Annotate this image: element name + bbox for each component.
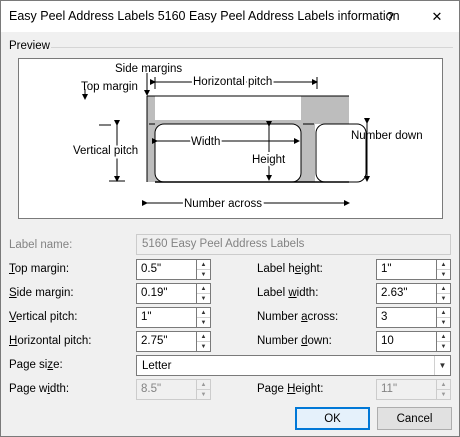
preview-group-divider [51,47,453,48]
horizontal-pitch-spinner[interactable]: 2.75" ▲ ▼ [136,331,211,352]
page-height-down-arrow-icon: ▼ [440,391,447,398]
horizontal-pitch-label: Horizontal pitch: [9,335,92,347]
width-caption: Width [191,136,220,148]
label-height-label: Label height: [257,263,323,275]
preview-group-label: Preview [9,40,50,52]
page-height-input: 11" [376,379,436,400]
number-down-label: Number down: [257,335,332,347]
page-width-down-arrow-icon: ▼ [200,391,207,398]
vertical-pitch-input[interactable]: 1" [136,307,196,328]
number-across-input[interactable]: 3 [376,307,436,328]
page-size-value: Letter [142,359,172,372]
side-margin-input[interactable]: 0.19" [136,283,196,304]
horizontal-pitch-input[interactable]: 2.75" [136,331,196,352]
page-height-label: Page Height: [257,383,324,395]
top-margin-spinner[interactable]: 0.5" ▲ ▼ [136,259,211,280]
ok-button[interactable]: OK [295,407,370,430]
vertical-pitch-down-arrow-icon[interactable]: ▼ [197,318,210,327]
page-size-label: Page size: [9,359,63,371]
top-margin-up-arrow-icon[interactable]: ▲ [197,260,210,270]
label-height-spinner[interactable]: 1" ▲ ▼ [376,259,451,280]
side-margin-spinner[interactable]: 0.19" ▲ ▼ [136,283,211,304]
label-height-up-arrow-icon[interactable]: ▲ [437,260,450,270]
chevron-down-icon[interactable]: ▼ [434,356,450,375]
label-height-down-arrow-icon[interactable]: ▼ [437,270,450,279]
horizontal-pitch-up-arrow-icon[interactable]: ▲ [197,332,210,342]
number-across-up-arrow-icon[interactable]: ▲ [437,308,450,318]
top-margin-input[interactable]: 0.5" [136,259,196,280]
page-width-up-arrow-icon: ▲ [197,380,210,390]
help-button[interactable]: ? [369,1,411,32]
label-width-input[interactable]: 2.63" [376,283,436,304]
page-width-label: Page width: [9,383,70,395]
preview-label-top-1 [155,96,301,120]
top-margin-caption: Top margin [81,81,138,93]
side-margins-caption: Side margins [115,63,182,75]
number-across-spinner[interactable]: 3 ▲ ▼ [376,307,451,328]
number-down-down-arrow-icon[interactable]: ▼ [437,342,450,351]
number-across-label: Number across: [257,311,339,323]
label-width-up-arrow-icon[interactable]: ▲ [437,284,450,294]
horizontal-pitch-caption: Horizontal pitch [193,76,272,88]
preview-label-1 [154,123,302,183]
height-caption: Height [252,154,286,166]
number-down-spinner[interactable]: 10 ▲ ▼ [376,331,451,352]
page-height-spinner: 11" ▲ ▼ [376,379,451,400]
label-height-input[interactable]: 1" [376,259,436,280]
side-margin-up-arrow-icon[interactable]: ▲ [197,284,210,294]
label-information-dialog: Easy Peel Address Labels 5160 Easy Peel … [0,0,460,437]
page-height-up-arrow-icon: ▲ [437,380,450,390]
number-across-caption: Number across [184,198,262,210]
vertical-pitch-up-arrow-icon[interactable]: ▲ [197,308,210,318]
cancel-button[interactable]: Cancel [377,407,452,430]
vertical-pitch-caption: Vertical pitch [73,145,138,157]
vertical-pitch-label: Vertical pitch: [9,311,78,323]
dialog-title: Easy Peel Address Labels 5160 Easy Peel … [9,9,400,23]
number-down-input[interactable]: 10 [376,331,436,352]
number-down-up-arrow-icon[interactable]: ▲ [437,332,450,342]
label-width-down-arrow-icon[interactable]: ▼ [437,294,450,303]
horizontal-pitch-down-arrow-icon[interactable]: ▼ [197,342,210,351]
number-down-caption: Number down [351,130,423,142]
label-width-label: Label width: [257,287,319,299]
side-margin-label: Side margin: [9,287,74,299]
close-button[interactable]: ✕ [416,1,458,32]
label-name-label: Label name: [9,239,73,251]
label-preview: Side margins Top margin Horizontal pitch… [18,58,443,219]
number-across-down-arrow-icon[interactable]: ▼ [437,318,450,327]
top-margin-down-arrow-icon[interactable]: ▼ [197,270,210,279]
top-margin-label: Top margin: [9,263,70,275]
side-margin-down-arrow-icon[interactable]: ▼ [197,294,210,303]
page-size-dropdown[interactable]: Letter ▼ [136,355,451,376]
label-width-spinner[interactable]: 2.63" ▲ ▼ [376,283,451,304]
title-bar: Easy Peel Address Labels 5160 Easy Peel … [1,1,459,32]
page-width-input: 8.5" [136,379,196,400]
page-width-spinner: 8.5" ▲ ▼ [136,379,211,400]
preview-diagram: Side margins Top margin Horizontal pitch… [71,63,423,212]
vertical-pitch-spinner[interactable]: 1" ▲ ▼ [136,307,211,328]
label-name-field: 5160 Easy Peel Address Labels [136,234,451,255]
